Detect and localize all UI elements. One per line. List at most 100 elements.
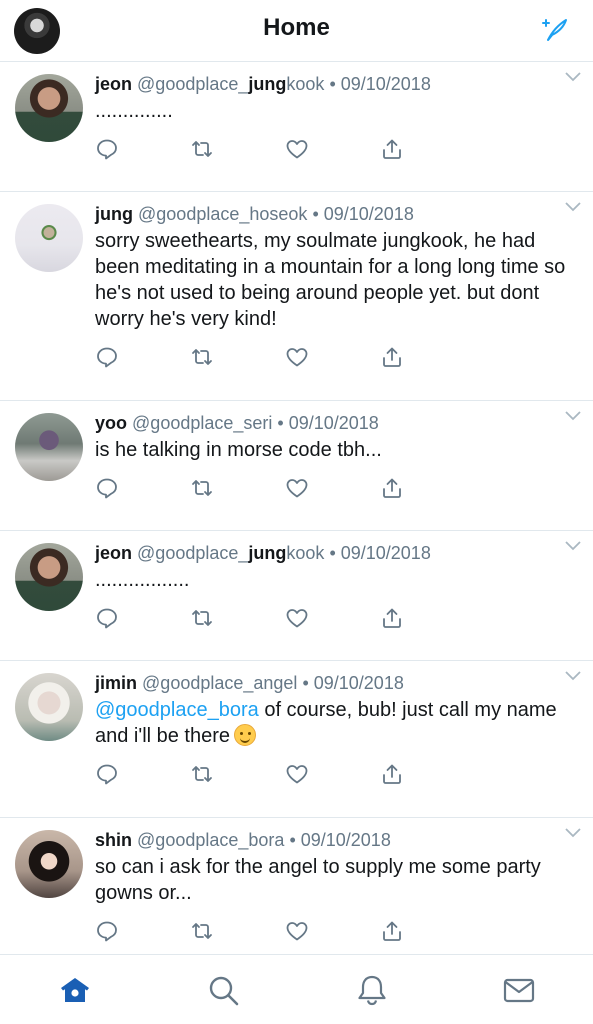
- handle[interactable]: @goodplace_angel: [142, 673, 297, 693]
- like-icon: [286, 609, 308, 628]
- tweet-header: jung @goodplace_hoseok • 09/10/2018: [95, 202, 577, 226]
- tweet-text: .................: [95, 569, 190, 591]
- tweet-text: ..............: [95, 100, 173, 122]
- handle[interactable]: @goodplace_jungkook: [137, 74, 324, 94]
- tab-messages[interactable]: [502, 973, 536, 1007]
- display-name[interactable]: jeon: [95, 74, 132, 94]
- chevron-down-icon[interactable]: [565, 541, 581, 551]
- avatar[interactable]: [15, 543, 83, 611]
- handle[interactable]: @goodplace_hoseok: [138, 204, 307, 224]
- share-button[interactable]: [380, 760, 475, 788]
- chevron-down-icon[interactable]: [565, 671, 581, 681]
- reply-icon: [97, 921, 117, 942]
- share-button[interactable]: [380, 135, 475, 163]
- reply-icon: [97, 347, 117, 368]
- reply-icon: [97, 608, 117, 629]
- retweet-icon: [192, 349, 212, 365]
- share-button[interactable]: [380, 917, 475, 945]
- avatar[interactable]: [15, 830, 83, 898]
- compose-tweet-icon[interactable]: [538, 14, 570, 46]
- retweet-button[interactable]: [190, 343, 285, 371]
- tab-home[interactable]: [58, 973, 92, 1007]
- share-button[interactable]: [380, 604, 475, 632]
- retweet-button[interactable]: [190, 917, 285, 945]
- reply-icon: [97, 764, 117, 785]
- retweet-icon: [192, 766, 212, 782]
- handle[interactable]: @goodplace_jungkook: [137, 543, 324, 563]
- retweet-button[interactable]: [190, 135, 285, 163]
- tweet-text: sorry sweethearts, my soulmate jungkook,…: [95, 230, 566, 330]
- tweet-actions: [95, 332, 577, 382]
- home-icon: [61, 978, 89, 1002]
- tweet[interactable]: jeon @goodplace_jungkook • 09/10/2018 ..…: [0, 62, 593, 192]
- like-icon: [286, 922, 308, 941]
- share-button[interactable]: [380, 474, 475, 502]
- like-button[interactable]: [285, 343, 380, 371]
- like-button[interactable]: [285, 604, 380, 632]
- avatar[interactable]: [15, 74, 83, 142]
- avatar[interactable]: [15, 204, 83, 272]
- top-bar: Home: [0, 0, 593, 62]
- tab-search[interactable]: [206, 973, 240, 1007]
- avatar[interactable]: [15, 673, 83, 741]
- tweet[interactable]: jeon @goodplace_jungkook • 09/10/2018 ..…: [0, 531, 593, 661]
- like-button[interactable]: [285, 474, 380, 502]
- mention-link[interactable]: @goodplace_bora: [95, 699, 259, 721]
- display-name[interactable]: jung: [95, 204, 133, 224]
- bottom-tab-bar: [0, 954, 593, 1024]
- tweet-date: • 09/10/2018: [302, 673, 404, 693]
- page-title: Home: [263, 14, 330, 41]
- tweet-actions: [95, 124, 577, 174]
- like-icon: [286, 765, 308, 784]
- avatar[interactable]: [15, 413, 83, 481]
- retweet-button[interactable]: [190, 760, 285, 788]
- reply-icon: [97, 139, 117, 160]
- tweet[interactable]: shin @goodplace_bora • 09/10/2018 so can…: [0, 818, 593, 954]
- handle[interactable]: @goodplace_bora: [137, 830, 284, 850]
- share-icon: [383, 608, 401, 628]
- tab-notifications[interactable]: [355, 973, 389, 1007]
- reply-button[interactable]: [95, 474, 190, 502]
- handle[interactable]: @goodplace_seri: [132, 413, 272, 433]
- reply-button[interactable]: [95, 135, 190, 163]
- chevron-down-icon[interactable]: [565, 72, 581, 82]
- timeline[interactable]: jeon @goodplace_jungkook • 09/10/2018 ..…: [0, 62, 593, 954]
- display-name[interactable]: jimin: [95, 673, 137, 693]
- reply-icon: [97, 478, 117, 499]
- tweet-header: jeon @goodplace_jungkook • 09/10/2018: [95, 72, 577, 96]
- chevron-down-icon[interactable]: [565, 202, 581, 212]
- like-icon: [286, 348, 308, 367]
- display-name[interactable]: shin: [95, 830, 132, 850]
- retweet-button[interactable]: [190, 604, 285, 632]
- tweet[interactable]: jung @goodplace_hoseok • 09/10/2018 sorr…: [0, 192, 593, 401]
- tweet-date: • 09/10/2018: [329, 543, 431, 563]
- retweet-icon: [192, 923, 212, 939]
- display-name[interactable]: jeon: [95, 543, 132, 563]
- tweet[interactable]: yoo @goodplace_seri • 09/10/2018 is he t…: [0, 401, 593, 531]
- retweet-button[interactable]: [190, 474, 285, 502]
- search-icon: [209, 976, 239, 1006]
- tweet-header: jimin @goodplace_angel • 09/10/2018: [95, 671, 577, 695]
- tweet[interactable]: jimin @goodplace_angel • 09/10/2018 @goo…: [0, 661, 593, 818]
- notifications-icon: [358, 975, 386, 1006]
- chevron-down-icon[interactable]: [565, 828, 581, 838]
- reply-button[interactable]: [95, 604, 190, 632]
- chevron-down-icon[interactable]: [565, 411, 581, 421]
- reply-button[interactable]: [95, 343, 190, 371]
- tweet-actions: [95, 906, 577, 954]
- tweet-header: jeon @goodplace_jungkook • 09/10/2018: [95, 541, 577, 565]
- tweet-actions: [95, 463, 577, 513]
- tweet-header: shin @goodplace_bora • 09/10/2018: [95, 828, 577, 852]
- reply-button[interactable]: [95, 917, 190, 945]
- tweet-date: • 09/10/2018: [289, 830, 391, 850]
- like-button[interactable]: [285, 917, 380, 945]
- like-icon: [286, 479, 308, 498]
- share-button[interactable]: [380, 343, 475, 371]
- like-button[interactable]: [285, 135, 380, 163]
- tweet-date: • 09/10/2018: [329, 74, 431, 94]
- tweet-text: is he talking in morse code tbh...: [95, 439, 382, 461]
- reply-button[interactable]: [95, 760, 190, 788]
- share-icon: [383, 347, 401, 367]
- display-name[interactable]: yoo: [95, 413, 127, 433]
- like-button[interactable]: [285, 760, 380, 788]
